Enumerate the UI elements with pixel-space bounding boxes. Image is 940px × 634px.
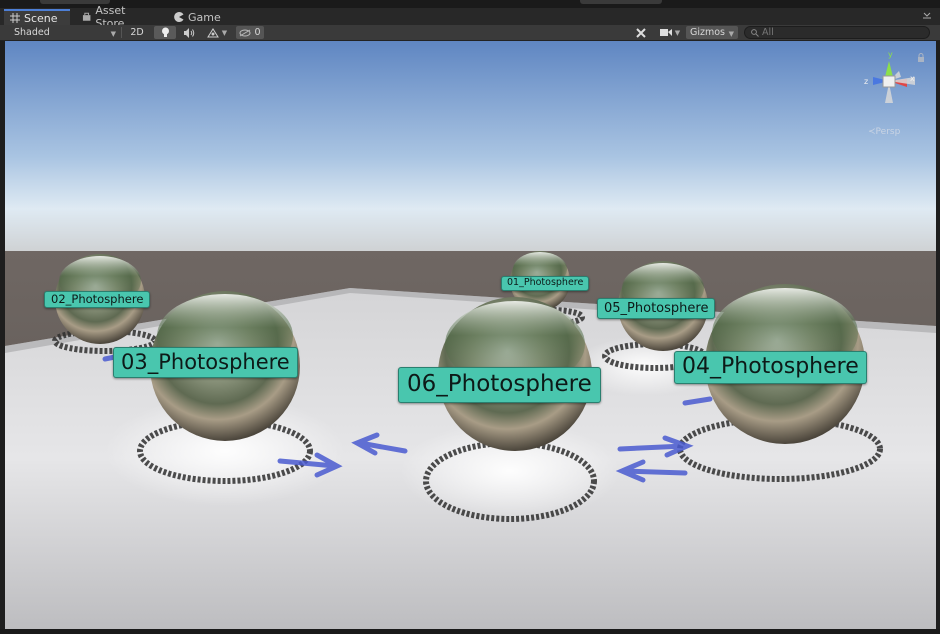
shading-mode-value: Shaded (14, 27, 50, 38)
effects-dropdown[interactable]: ▼ (202, 26, 232, 39)
search-placeholder: All (762, 27, 774, 38)
tab-game[interactable]: Game (168, 9, 228, 25)
hidden-eye-icon (239, 29, 251, 36)
tools-icon (636, 27, 646, 38)
projection-mode-icon: ≺ (868, 127, 876, 137)
hidden-count: 0 (254, 27, 261, 38)
gizmo-center-cube[interactable] (882, 75, 896, 88)
tab-label: Game (188, 10, 221, 24)
2d-mode-label: 2D (130, 27, 144, 38)
orientation-gizmo[interactable]: y x z (855, 47, 925, 113)
tools-button[interactable] (632, 26, 650, 39)
grid-icon (10, 13, 20, 23)
object-label-03[interactable]: 03_Photosphere (113, 347, 298, 378)
lock-icon[interactable] (917, 53, 925, 62)
scene-render (5, 41, 936, 629)
x-axis-label: x (910, 74, 915, 83)
toolbar-divider (121, 27, 122, 38)
tab-label: Scene (24, 11, 58, 25)
hierarchy-search-input[interactable]: All (744, 26, 930, 39)
chevron-down-icon: ▼ (674, 28, 681, 37)
scene-viewport[interactable]: 01_Photosphere 02_Photosphere 03_Photosp… (5, 41, 936, 629)
chevron-down-icon: ▼ (221, 28, 228, 37)
lightbulb-icon (161, 27, 169, 37)
2d-mode-button[interactable]: 2D (124, 26, 150, 39)
store-icon (82, 12, 91, 21)
z-axis-label: z (864, 77, 868, 86)
chevron-down-icon: ▼ (110, 30, 116, 38)
search-icon (751, 28, 759, 37)
editor-tab-bar: Scene Asset Store Game (0, 4, 940, 30)
scene-visibility-toggle[interactable]: 0 (236, 26, 264, 39)
object-label-06[interactable]: 06_Photosphere (398, 367, 601, 403)
object-label-04[interactable]: 04_Photosphere (674, 351, 867, 384)
tab-asset-store[interactable]: Asset Store (76, 4, 160, 30)
camera-settings-dropdown[interactable]: ▼ (656, 26, 684, 39)
y-axis-label: y (888, 50, 893, 59)
panel-menu-icon[interactable] (922, 12, 932, 20)
gizmos-dropdown[interactable]: Gizmos ▼ (686, 26, 738, 39)
bottom-strip (0, 629, 940, 634)
top-handle (580, 0, 662, 4)
projection-label: Persp (875, 127, 901, 137)
lighting-toggle[interactable] (154, 26, 176, 39)
object-label-02[interactable]: 02_Photosphere (44, 291, 151, 308)
gizmos-label: Gizmos (690, 27, 726, 38)
audio-toggle[interactable] (178, 26, 200, 39)
speaker-icon (184, 27, 195, 38)
chevron-down-icon: ▼ (728, 30, 734, 38)
effects-icon (206, 27, 219, 37)
camera-icon (659, 29, 672, 36)
tab-scene[interactable]: Scene (4, 9, 70, 25)
sky (5, 41, 936, 251)
shading-mode-dropdown[interactable]: Shaded ▼ (8, 26, 120, 39)
scene-toolbar: Shaded ▼ 2D ▼ 0 ▼ Gizmos ▼ All (0, 25, 940, 41)
projection-toggle[interactable]: ≺Persp (868, 127, 900, 137)
object-label-05[interactable]: 05_Photosphere (597, 298, 716, 319)
y-axis-cone[interactable] (885, 61, 893, 77)
object-label-01[interactable]: 01_Photosphere (501, 276, 590, 291)
pacman-icon (174, 12, 184, 22)
